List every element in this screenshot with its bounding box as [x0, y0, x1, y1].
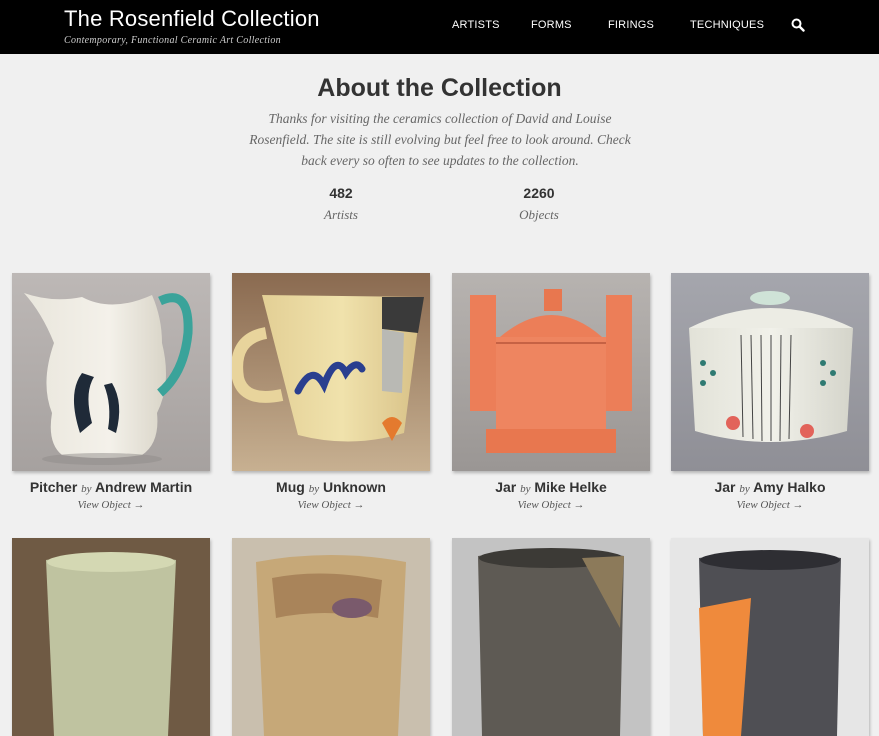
object-title[interactable]: Jar by Mike Helke — [452, 479, 650, 495]
object-image[interactable] — [232, 273, 430, 471]
object-artist: Andrew Martin — [94, 479, 193, 495]
object-title[interactable]: Mug by Unknown — [232, 479, 430, 495]
object-image[interactable] — [671, 538, 869, 736]
object-form: Jar — [714, 479, 736, 495]
view-object-link[interactable]: View Object → — [298, 499, 365, 511]
object-image[interactable] — [232, 538, 430, 736]
stat-objects-count: 2260 — [523, 185, 555, 201]
view-object-link[interactable]: View Object → — [518, 499, 585, 511]
nav-artists[interactable]: ARTISTS — [452, 19, 500, 31]
object-card: Mug by Unknown View Object → — [232, 273, 430, 513]
site-header: The Rosenfield Collection Contemporary, … — [0, 0, 879, 54]
site-title[interactable]: The Rosenfield Collection — [64, 6, 320, 32]
object-card — [12, 538, 210, 736]
object-artist: Amy Halko — [753, 479, 826, 495]
object-card — [671, 538, 869, 736]
object-image[interactable] — [12, 273, 210, 471]
nav-techniques[interactable]: TECHNIQUES — [690, 19, 764, 31]
stat-objects-label: Objects — [519, 207, 559, 222]
about-title: About the Collection — [317, 74, 562, 102]
object-by: by — [81, 483, 92, 495]
object-by: by — [308, 483, 320, 495]
object-image[interactable] — [671, 273, 869, 471]
object-card: Jar by Amy Halko View Object → — [671, 273, 869, 513]
object-image[interactable] — [452, 273, 650, 471]
object-by: by — [739, 483, 750, 495]
object-card — [452, 538, 650, 736]
object-title[interactable]: Pitcher by Andrew Martin — [12, 479, 210, 495]
nav-forms[interactable]: FORMS — [531, 19, 572, 31]
object-artist: Mike Helke — [534, 479, 607, 495]
object-form: Jar — [495, 479, 517, 495]
nav-firings[interactable]: FIRINGS — [608, 19, 654, 31]
stat-artists-label: Artists — [324, 207, 358, 222]
object-image[interactable] — [452, 538, 650, 736]
object-form: Mug — [276, 479, 305, 495]
stat-objects[interactable]: 2260 Objects — [479, 185, 599, 223]
view-object-link[interactable]: View Object → — [737, 499, 804, 511]
site-subtitle: Contemporary, Functional Ceramic Art Col… — [64, 35, 281, 46]
stat-artists[interactable]: 482 Artists — [281, 185, 401, 223]
object-card: Jar by Mike Helke View Object → — [452, 273, 650, 513]
search-icon[interactable] — [791, 18, 805, 32]
object-title[interactable]: Jar by Amy Halko — [671, 479, 869, 495]
object-card: Pitcher by Andrew Martin View Object → — [12, 273, 210, 513]
object-by: by — [520, 483, 531, 495]
object-image[interactable] — [12, 538, 210, 736]
about-text: Thanks for visiting the ceramics collect… — [249, 111, 631, 168]
object-artist: Unknown — [322, 479, 386, 495]
view-object-link[interactable]: View Object → — [78, 499, 145, 511]
stat-artists-count: 482 — [329, 185, 353, 201]
object-form: Pitcher — [29, 479, 78, 495]
object-card — [232, 538, 430, 736]
